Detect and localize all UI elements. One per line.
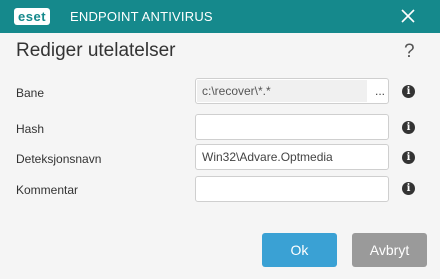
- comment-input[interactable]: [195, 176, 389, 202]
- product-name: ENDPOINT ANTIVIRUS: [70, 9, 213, 24]
- comment-label: Kommentar: [16, 183, 79, 197]
- detection-name-input[interactable]: Win32\Advare.Optmedia: [195, 144, 389, 170]
- ok-button[interactable]: Ok: [262, 233, 337, 267]
- close-button[interactable]: [398, 6, 418, 26]
- path-info-icon[interactable]: i: [402, 85, 415, 98]
- close-icon: [401, 9, 415, 23]
- eset-logo: eset: [14, 8, 51, 25]
- logo-text: eset: [18, 9, 47, 24]
- help-icon[interactable]: ?: [404, 40, 415, 64]
- hash-info-icon[interactable]: i: [402, 121, 415, 134]
- browse-button[interactable]: ...: [372, 79, 388, 103]
- title-bar: eset ENDPOINT ANTIVIRUS: [0, 0, 440, 33]
- comment-info-icon[interactable]: i: [402, 182, 415, 195]
- detection-name-info-icon[interactable]: i: [402, 151, 415, 164]
- path-field[interactable]: c:\recover\*.* ...: [195, 78, 389, 104]
- hash-input[interactable]: [195, 114, 389, 140]
- hash-label: Hash: [16, 122, 45, 136]
- path-value[interactable]: c:\recover\*.*: [197, 80, 367, 102]
- dialog-title: Rediger utelatelser: [16, 40, 176, 61]
- path-label: Bane: [16, 86, 45, 100]
- detection-name-label: Deteksjonsnavn: [16, 152, 102, 166]
- cancel-button[interactable]: Avbryt: [352, 233, 427, 267]
